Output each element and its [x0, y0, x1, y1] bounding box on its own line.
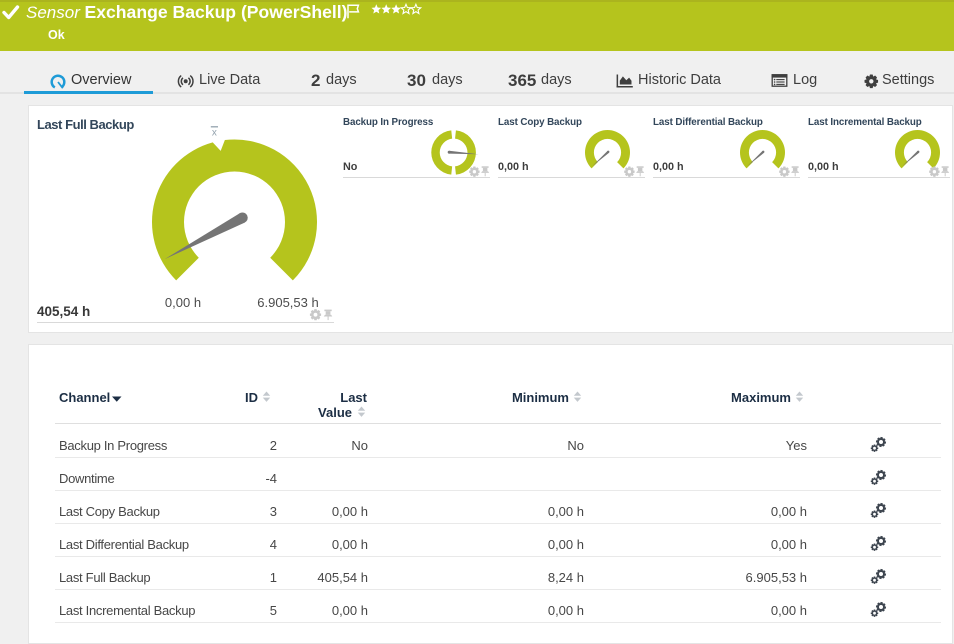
- svg-text:x: x: [212, 128, 217, 139]
